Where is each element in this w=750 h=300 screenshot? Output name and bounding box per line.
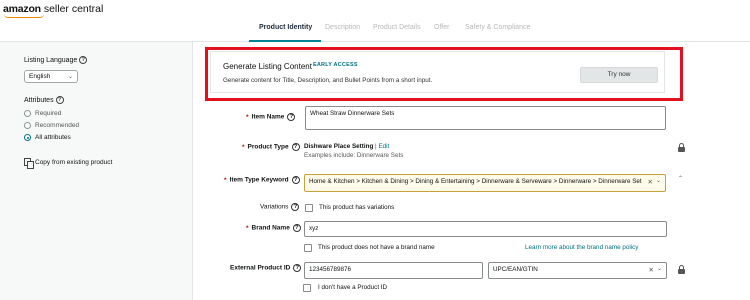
variations-checkbox[interactable] <box>305 204 313 212</box>
clear-icon[interactable]: ✕ <box>649 266 654 274</box>
external-product-id-label-row: External Product ID? <box>230 264 302 272</box>
clear-icon[interactable]: ✕ <box>648 178 653 186</box>
item-type-keyword-label-row: * Item Type Keyword? <box>224 176 300 184</box>
help-icon[interactable]: ? <box>291 203 300 211</box>
required-marker: * <box>246 224 249 232</box>
product-type-examples: Examples include: Dinnerware Sets <box>304 152 404 159</box>
logo-product: seller central <box>40 3 104 15</box>
required-marker: * <box>246 113 249 121</box>
chevron-down-icon[interactable]: ⌄ <box>657 265 662 272</box>
listing-language-label: Listing Language <box>24 56 78 64</box>
copy-from-existing-link[interactable]: Copy from existing product <box>24 158 113 169</box>
chevron-up-icon[interactable]: ⌃ <box>678 175 683 182</box>
radio-checked-icon[interactable] <box>24 134 31 141</box>
external-product-id-input[interactable]: 123456789876 <box>304 262 483 279</box>
language-value: English <box>29 73 51 80</box>
brand-policy-link[interactable]: Learn more about the brand name policy <box>525 244 638 251</box>
attribute-option-recommended[interactable]: Recommended <box>24 122 79 129</box>
product-type-label: Product Type <box>247 143 289 151</box>
item-name-label: Item Name <box>251 113 285 121</box>
required-marker: * <box>242 143 245 151</box>
language-select[interactable]: English ⌄ <box>24 70 78 83</box>
attribute-option-label: Recommended <box>35 122 80 130</box>
product-type-label-row: * Product Type? <box>242 143 300 151</box>
lock-icon <box>678 265 685 274</box>
attribute-option-all[interactable]: All attributes <box>24 134 71 141</box>
item-name-value: Wheat Straw Dinnerware Sets <box>310 110 395 117</box>
chevron-down-icon: ⌄ <box>67 74 73 80</box>
active-tab-indicator <box>249 40 321 42</box>
help-icon[interactable]: ? <box>291 176 300 184</box>
item-type-keyword-select[interactable]: Home & Kitchen > Kitchen & Dining > Dini… <box>304 174 666 192</box>
info-icon[interactable]: ? <box>79 56 88 64</box>
external-id-type-select[interactable]: UPC/EAN/GTIN ✕ ⌄ <box>488 262 667 279</box>
external-product-id-label: External Product ID <box>230 264 291 272</box>
tab-description[interactable]: Description <box>325 24 360 31</box>
no-brand-checkbox[interactable] <box>304 244 312 252</box>
listing-language-heading: Listing Language ? <box>24 56 88 64</box>
chevron-down-icon[interactable]: ⌄ <box>656 177 661 184</box>
attribute-option-required[interactable]: Required <box>24 110 61 117</box>
brand-name-label-row: * Brand Name? <box>246 224 301 232</box>
copy-icon <box>24 158 34 169</box>
product-type-value: Dishware Place Setting <box>304 143 374 150</box>
tab-product-identity[interactable]: Product Identity <box>259 24 312 31</box>
external-product-id-value: 123456789876 <box>309 266 352 273</box>
brand-name-value: xyz <box>309 225 319 232</box>
required-marker: * <box>224 176 227 184</box>
amazon-seller-central-logo[interactable]: amazon seller central <box>3 3 104 18</box>
tab-safety-compliance[interactable]: Safety & Compliance <box>465 24 530 31</box>
variations-label-row: Variations? <box>260 203 300 211</box>
radio-icon[interactable] <box>24 110 31 117</box>
attributes-label: Attributes <box>24 96 54 104</box>
product-type-edit-link[interactable]: Edit <box>378 143 389 150</box>
item-type-keyword-value: Home & Kitchen > Kitchen & Dining > Dini… <box>309 178 642 185</box>
no-product-id-checkbox[interactable] <box>303 284 311 292</box>
variations-label: Variations <box>260 203 289 211</box>
info-icon[interactable]: ? <box>55 96 64 104</box>
brand-name-label: Brand Name <box>251 224 290 232</box>
external-id-type-value: UPC/EAN/GTIN <box>493 266 538 273</box>
no-product-id-checkbox-label: I don't have a Product ID <box>318 284 388 291</box>
item-type-keyword-label: Item Type Keyword <box>229 176 289 184</box>
radio-icon[interactable] <box>24 122 31 129</box>
attribute-option-label: Required <box>35 110 62 118</box>
product-type-row: Dishware Place Setting | Edit <box>304 143 389 150</box>
help-icon[interactable]: ? <box>291 143 300 151</box>
item-name-label-row: * Item Name? <box>246 113 296 121</box>
attribute-option-label: All attributes <box>35 134 71 142</box>
help-icon[interactable]: ? <box>293 264 302 272</box>
help-icon[interactable]: ? <box>292 224 301 232</box>
sidebar: Listing Language ? English ⌄ Attributes … <box>0 42 193 300</box>
variations-checkbox-label: This product has variations <box>319 204 395 211</box>
red-highlight-box <box>205 47 683 101</box>
attributes-heading: Attributes ? <box>24 96 64 104</box>
help-icon[interactable]: ? <box>287 113 296 121</box>
no-brand-checkbox-label: This product does not have a brand name <box>318 244 435 251</box>
item-name-input[interactable]: Wheat Straw Dinnerware Sets <box>305 106 666 130</box>
tab-bar: Product Identity Description Product Det… <box>0 18 750 42</box>
copy-label: Copy from existing product <box>35 159 113 167</box>
brand-name-input[interactable]: xyz <box>304 221 667 237</box>
tab-product-details[interactable]: Product Details <box>373 24 420 31</box>
lock-icon <box>678 143 685 152</box>
tab-offer[interactable]: Offer <box>434 24 449 31</box>
